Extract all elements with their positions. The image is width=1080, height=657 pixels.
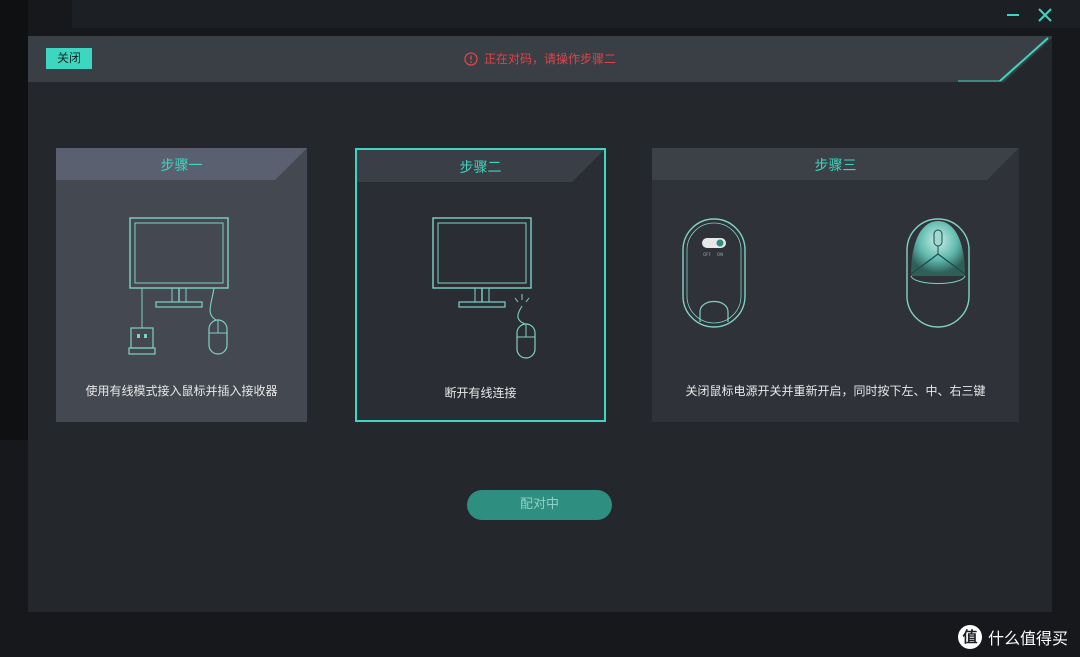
watermark: 值 什么值得买 [957,625,1068,649]
mouse-top-illustration [906,218,970,328]
pairing-dialog: 关闭 正在对码，请操作步骤二 步骤一 使用有线模式接入鼠标并插入接收器 步骤二 … [28,36,1052,612]
step-1-caption: 使用有线模式接入鼠标并插入接收器 [85,384,278,398]
step-3-caption: 关闭鼠标电源开关并重新开启，同时按下左、中、右三键 [685,384,986,398]
window-controls [1004,6,1054,24]
status-message: 正在对码，请操作步骤二 [28,50,1052,67]
status-text: 正在对码，请操作步骤二 [483,52,616,66]
title-bar [72,0,1080,28]
step-2-title: 步骤二 [459,160,502,176]
mouse-bottom-illustration: OFF ON [682,218,746,328]
step-1-title: 步骤一 [160,158,203,174]
step-card-2: 步骤二 断开有线连接 [355,148,606,422]
monitor-with-receiver-illustration [128,217,229,355]
step-card-1: 步骤一 使用有线模式接入鼠标并插入接收器 [56,148,307,422]
close-window-icon[interactable] [1036,6,1054,24]
step-2-caption: 断开有线连接 [444,386,517,400]
background-panel [0,0,28,440]
switch-off-label: OFF [703,252,711,257]
watermark-logo-icon: 值 [957,625,982,649]
switch-on-label: ON [717,252,723,257]
monitor-unplugged-illustration [432,217,536,359]
step-3-title: 步骤三 [814,158,857,174]
step-card-3: 步骤三 OFF ON 关闭鼠标电源开关并重新开启，同时按下左、中、右三键 [652,148,1019,422]
pairing-button[interactable]: 配对中 [467,490,612,520]
minimize-icon[interactable] [1004,6,1022,24]
watermark-text: 什么值得买 [987,629,1068,648]
warning-icon [464,51,478,66]
